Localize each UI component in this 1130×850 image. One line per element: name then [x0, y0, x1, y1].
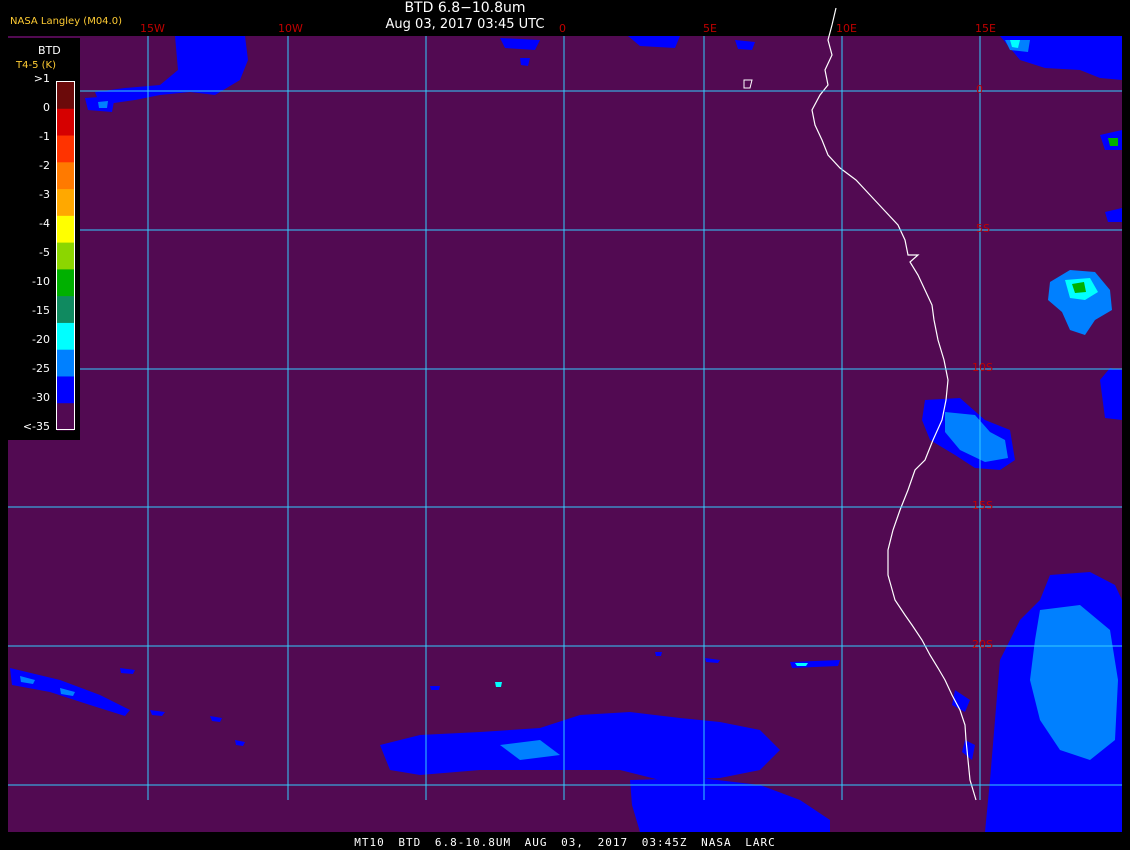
legend-units: T4-5 (K) [16, 60, 56, 71]
observation-time: Aug 03, 2017 03:45 UTC [385, 17, 545, 32]
legend-label: 0 [43, 101, 50, 114]
legend-label: -2 [39, 159, 50, 172]
organization-label: NASA Langley (M04.0) [10, 16, 122, 27]
lat-label-5s: 5S [976, 222, 990, 235]
satellite-map [8, 7, 1122, 832]
legend-title: BTD [38, 44, 61, 57]
legend-label: -4 [39, 217, 50, 230]
legend-label: -5 [39, 246, 50, 259]
legend-swatch [57, 162, 74, 190]
footer-caption: MT10 BTD 6.8-10.8UM AUG 03, 2017 03:45Z … [354, 836, 776, 849]
legend-label: -30 [32, 391, 50, 404]
color-legend: BTD T4-5 (K) >1 0 -1 -2 -3 -4 -5 -10 -15 -20 -25 -3… [8, 38, 80, 440]
legend-color-bar [56, 81, 75, 431]
lat-label-10s: 10S [972, 361, 993, 374]
legend-swatch [57, 269, 74, 297]
legend-label: -1 [39, 130, 50, 143]
legend-swatch [57, 296, 74, 324]
legend-swatch [57, 322, 74, 351]
legend-swatch [57, 189, 74, 217]
legend-swatch [57, 135, 74, 163]
legend-label: -20 [32, 333, 50, 346]
legend-swatch [57, 403, 74, 431]
lat-label-20s: 20S [972, 638, 993, 651]
lat-label-0: 0 [976, 83, 983, 96]
legend-swatch [57, 82, 74, 110]
legend-swatch [57, 376, 74, 404]
product-title: BTD 6.8−10.8um [404, 0, 526, 16]
legend-label: -10 [32, 275, 50, 288]
lon-label-10e: 10E [836, 22, 857, 35]
legend-swatch [57, 242, 74, 270]
legend-label: -25 [32, 362, 50, 375]
legend-swatch [57, 215, 74, 244]
lon-label-5e: 5E [703, 22, 717, 35]
legend-swatch [57, 349, 74, 377]
legend-label: -15 [32, 304, 50, 317]
legend-label: <-35 [22, 420, 50, 433]
legend-label: >1 [33, 72, 50, 85]
lon-label-15e: 15E [975, 22, 996, 35]
legend-swatch [57, 108, 74, 137]
lat-label-15s: 15S [972, 499, 993, 512]
legend-label: -3 [39, 188, 50, 201]
lon-label-15w: 15W [140, 22, 165, 35]
